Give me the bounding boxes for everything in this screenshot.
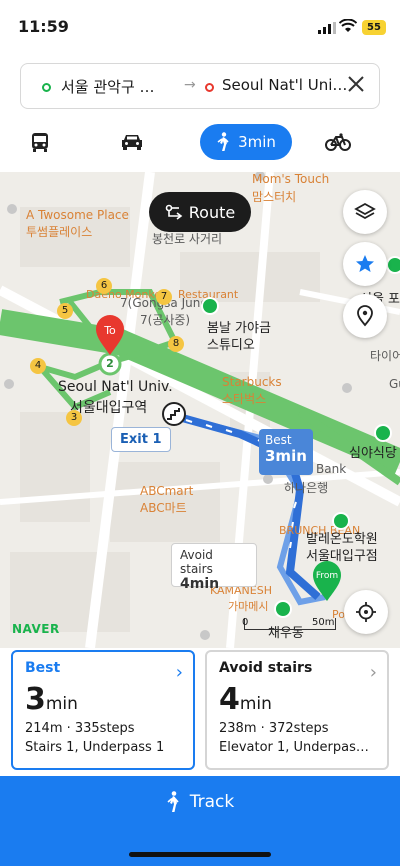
map-view[interactable]: A Twosome Place 투썸플레이스 Mom's Touch 맘스터치 … xyxy=(0,172,400,648)
track-button-label: Track xyxy=(189,792,235,812)
exit-number-5: 5 xyxy=(57,303,73,319)
avoid-stairs-tooltip[interactable]: Avoid stairs 4min xyxy=(171,543,257,592)
exit-1-label[interactable]: Exit 1 xyxy=(111,427,171,452)
transport-mode-tabs: 3min xyxy=(0,120,400,168)
map-label-bomnal-2: 스튜디오 xyxy=(207,338,255,353)
screen: 11:59 55 서울 관악구 … → Seoul Nat'l Uni… 3mi… xyxy=(0,0,400,866)
status-time: 11:59 xyxy=(18,17,69,36)
tab-car[interactable] xyxy=(112,124,152,160)
map-label-starbucks-ko: 스타벅스 xyxy=(222,392,267,406)
destination-dot-icon xyxy=(205,83,214,92)
close-icon[interactable] xyxy=(346,74,366,94)
bicycle-icon xyxy=(325,133,351,151)
map-label-twosome-ko: 투썸플레이스 xyxy=(26,225,93,239)
map-label-bongcheon: 봉천로 사거리 xyxy=(152,232,223,246)
scale-distance-label: 50m xyxy=(312,617,335,628)
exit-number-4: 4 xyxy=(30,358,46,374)
stairs-icon[interactable] xyxy=(162,402,186,426)
route-duration: 3min xyxy=(25,682,78,717)
walk-duration: 3min xyxy=(238,133,276,151)
walk-icon xyxy=(167,791,179,812)
map-label-starbucks-en: Starbucks xyxy=(222,375,282,389)
scale-zero-label: 0 xyxy=(242,617,249,628)
star-icon xyxy=(356,255,374,272)
map-label-bank-ko: 하나은행 xyxy=(284,481,329,495)
chevron-right-icon: › xyxy=(369,662,377,683)
route-toggle-button[interactable]: Route xyxy=(149,192,251,232)
destination-pin-icon[interactable]: To xyxy=(94,314,126,356)
exit-number-3: 3 xyxy=(66,410,82,426)
map-label-momstouch-en: Mom's Touch xyxy=(252,172,330,186)
origin-dot-icon xyxy=(42,83,51,92)
chevron-right-icon: › xyxy=(175,662,183,683)
tab-bike[interactable] xyxy=(322,124,354,160)
poi-star-icon[interactable] xyxy=(332,512,350,530)
exit-number-8: 8 xyxy=(168,336,184,352)
layers-button[interactable] xyxy=(343,190,387,234)
map-pin-icon xyxy=(357,305,373,327)
poi-star-icon[interactable] xyxy=(374,424,392,442)
tab-walk[interactable]: 3min xyxy=(200,124,292,160)
map-label-abc-ko: ABC마트 xyxy=(140,501,187,515)
map-label-simya: 심야식당 xyxy=(349,446,397,461)
pin-from-label: From xyxy=(316,571,338,581)
route-icon xyxy=(165,204,183,220)
map-label-abc-en: ABCmart xyxy=(140,484,194,498)
exit-number-2: 2 xyxy=(106,357,114,370)
current-location-button[interactable] xyxy=(344,590,388,634)
map-label-bank-en: Bank xyxy=(316,462,347,476)
route-details: Stairs 1, Underpass 1 xyxy=(25,740,165,755)
exit-number-6: 6 xyxy=(96,278,112,294)
route-distance-steps: 238m · 372steps xyxy=(219,721,329,736)
map-label-tidap: 타이어 xyxy=(370,349,400,363)
favorites-button[interactable] xyxy=(343,242,387,286)
pin-to-label: To xyxy=(103,324,116,337)
arrow-right-icon: → xyxy=(184,77,196,93)
map-label-twosome-en: A Twosome Place xyxy=(26,208,129,222)
crosshair-icon xyxy=(356,602,376,622)
poi-star-icon[interactable] xyxy=(274,600,292,618)
layers-icon xyxy=(354,202,376,220)
map-label-gongsa-ko: 7(공사중) xyxy=(140,313,191,327)
map-label-snu-en: Seoul Nat'l Univ. xyxy=(58,379,173,395)
route-card-title: Best xyxy=(25,660,61,676)
bus-icon xyxy=(32,133,48,152)
route-options: Best › 3min 214m · 335steps Stairs 1, Un… xyxy=(0,648,400,774)
wifi-icon xyxy=(339,19,357,32)
origin-field[interactable]: 서울 관악구 … xyxy=(61,76,181,97)
route-card-title: Avoid stairs xyxy=(219,660,313,676)
car-icon xyxy=(122,135,142,150)
walk-icon xyxy=(217,132,229,151)
route-details: Elevator 1, Underpas… xyxy=(219,740,369,755)
map-label-snu-ko: 서울대입구역 xyxy=(70,400,148,416)
cellular-signal-icon xyxy=(318,22,336,34)
best-tooltip-time: 3min xyxy=(265,447,307,465)
status-bar: 11:59 55 xyxy=(0,0,400,52)
exit-number-7: 7 xyxy=(156,289,172,305)
route-card-best[interactable]: Best › 3min 214m · 335steps Stairs 1, Un… xyxy=(11,650,195,770)
map-label-gu: Gu xyxy=(389,377,400,391)
map-label-momstouch-ko: 맘스터치 xyxy=(252,190,297,204)
avoid-tooltip-label: Avoid stairs xyxy=(180,548,213,576)
poi-star-icon[interactable] xyxy=(386,256,400,274)
stairs-glyph-icon xyxy=(167,408,180,420)
route-distance-steps: 214m · 335steps xyxy=(25,721,135,736)
avoid-tooltip-time: 4min xyxy=(180,576,220,592)
location-pin-button[interactable] xyxy=(343,294,387,338)
route-duration: 4min xyxy=(219,682,272,717)
battery-indicator: 55 xyxy=(362,20,386,35)
route-button-label: Route xyxy=(188,202,236,222)
route-card-avoid-stairs[interactable]: Avoid stairs › 4min 238m · 372steps Elev… xyxy=(205,650,389,770)
poi-star-icon[interactable] xyxy=(201,297,219,315)
map-label-kamanesh-ko: 가마메시 xyxy=(228,600,269,613)
origin-pin-icon[interactable]: From xyxy=(311,560,343,602)
tab-transit[interactable] xyxy=(22,124,58,160)
naver-logo: NAVER xyxy=(12,622,60,636)
best-tooltip-label: Best xyxy=(265,433,292,447)
home-indicator xyxy=(129,852,271,857)
best-route-tooltip[interactable]: Best 3min xyxy=(259,429,313,475)
route-search-bar[interactable]: 서울 관악구 … → Seoul Nat'l Uni… xyxy=(20,63,380,109)
destination-field[interactable]: Seoul Nat'l Uni… xyxy=(222,76,352,94)
